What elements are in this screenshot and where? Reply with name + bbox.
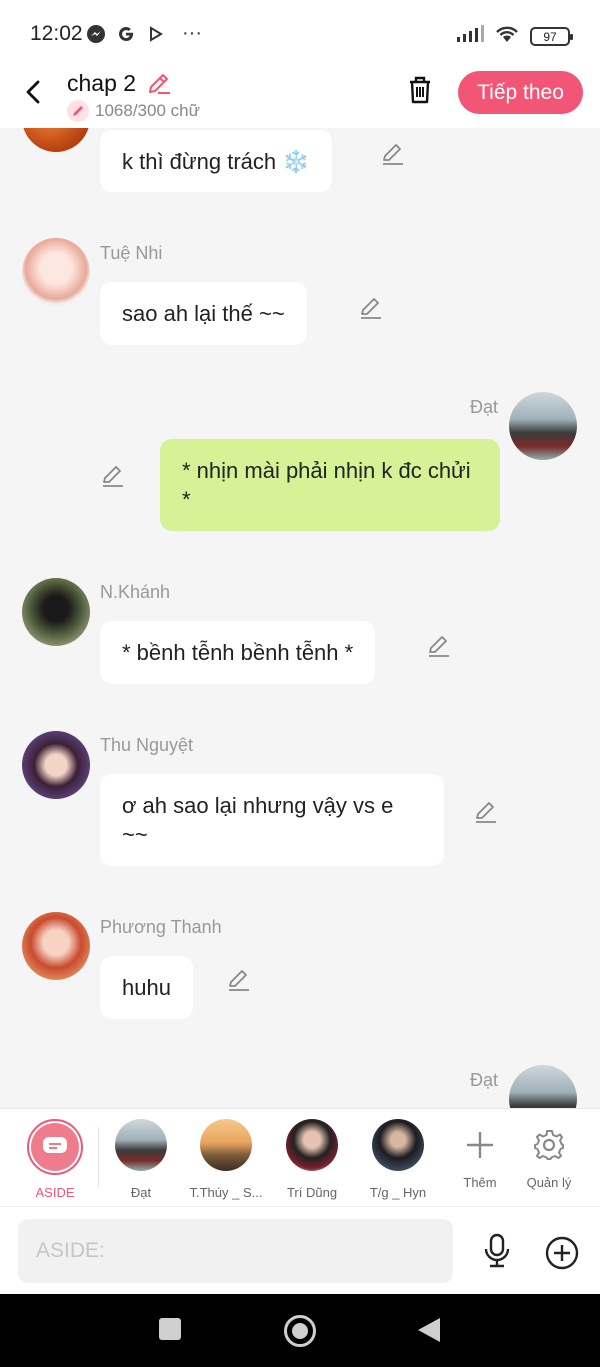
edit-message-icon[interactable] [358, 294, 384, 320]
edit-message-icon[interactable] [100, 462, 126, 488]
pencil-icon [67, 100, 89, 122]
chapter-title[interactable]: chap 2 [67, 70, 136, 97]
character-item[interactable]: Trí Dũng [267, 1119, 357, 1200]
avatar [200, 1119, 252, 1171]
avatar[interactable] [509, 392, 577, 460]
manage-characters-button[interactable]: Quản lý [504, 1119, 594, 1190]
sender-name: Phương Thanh [100, 917, 222, 937]
google-icon [116, 24, 136, 44]
character-label: Đạt [130, 1185, 152, 1200]
status-notification-icons: ··· [86, 22, 202, 45]
word-count-row: 1068/300 chữ [67, 100, 200, 122]
message-text: huhu [122, 975, 171, 1000]
microphone-icon[interactable] [480, 1233, 514, 1269]
sender-name: Thu Nguyệt [100, 735, 194, 755]
avatar[interactable] [22, 128, 90, 152]
edit-message-icon[interactable] [380, 140, 406, 166]
edit-message-icon[interactable] [473, 798, 499, 824]
character-item[interactable]: T.Thúy _ S... [181, 1119, 271, 1200]
avatar [286, 1119, 338, 1171]
avatar[interactable] [22, 238, 90, 306]
messenger-icon [86, 24, 106, 44]
message-bubble[interactable]: * bềnh tễnh bềnh tễnh * [100, 621, 376, 684]
avatar[interactable] [22, 578, 90, 646]
character-label: T.Thúy _ S... [189, 1185, 263, 1200]
chevron-left-icon[interactable] [20, 78, 48, 106]
input-bar [0, 1206, 600, 1294]
sender-name: Đạt [470, 1070, 499, 1090]
character-label: ASIDE [35, 1185, 75, 1200]
wifi-icon [494, 24, 520, 49]
play-icon [146, 24, 166, 44]
sender-name: Đạt [470, 397, 499, 417]
trash-icon[interactable] [404, 74, 436, 106]
sender-name: N.Khánh [100, 582, 171, 602]
edit-message-icon[interactable] [226, 966, 252, 992]
message-text: * nhịn mài phải nhịn k đc chửi * [182, 458, 471, 512]
character-aside[interactable]: ASIDE [10, 1119, 100, 1200]
status-right-icons: 97 [456, 24, 573, 49]
system-nav-bar [0, 1294, 600, 1367]
sender-name: Tuệ Nhi [100, 243, 163, 263]
message-bubble[interactable]: k thì đừng trách ❄️ [100, 130, 332, 192]
character-item[interactable]: T/g _ Hyn [353, 1119, 443, 1200]
message-text: sao ah lại thế ~~ [122, 301, 285, 326]
next-button[interactable]: Tiếp theo [458, 71, 583, 114]
editor-header: chap 2 1068/300 chữ Tiếp theo [0, 64, 600, 128]
battery-icon: 97 [530, 27, 573, 46]
avatar [115, 1119, 167, 1171]
aside-avatar [27, 1119, 83, 1175]
message-icon [43, 1137, 67, 1153]
status-time: 12:02 [30, 22, 83, 45]
avatar[interactable] [509, 1065, 577, 1108]
message-bubble[interactable]: ơ ah sao lại nhưng vậy vs e ~~ [100, 774, 444, 866]
message-bubble[interactable]: huhu [100, 956, 193, 1019]
message-bubble-self[interactable]: * nhịn mài phải nhịn k đc chửi * [160, 439, 500, 531]
message-input[interactable] [18, 1219, 453, 1283]
gear-icon [534, 1130, 564, 1160]
plus-icon [467, 1132, 493, 1158]
edit-title-icon[interactable] [146, 70, 172, 96]
avatar[interactable] [22, 731, 90, 799]
word-count: 1068/300 chữ [95, 101, 200, 120]
character-label: Quản lý [526, 1175, 572, 1190]
add-attachment-icon[interactable] [544, 1235, 580, 1271]
message-input-box[interactable] [18, 1219, 453, 1283]
character-bar: ASIDE Đạt T.Thúy _ S... Trí Dũng T/g _ H… [0, 1108, 600, 1206]
recent-apps-button[interactable] [159, 1318, 181, 1340]
back-button[interactable] [418, 1318, 440, 1342]
status-bar: 12:02 ··· 97 [0, 0, 600, 64]
signal-icon [456, 25, 484, 48]
message-text: k thì đừng trách ❄️ [122, 149, 310, 174]
home-button[interactable] [284, 1315, 316, 1347]
more-status-icon: ··· [182, 22, 202, 44]
character-label: T/g _ Hyn [369, 1185, 427, 1200]
message-text: ơ ah sao lại nhưng vậy vs e ~~ [122, 793, 394, 847]
edit-message-icon[interactable] [426, 632, 452, 658]
avatar [372, 1119, 424, 1171]
character-label: Trí Dũng [286, 1185, 338, 1200]
message-text: * bềnh tễnh bềnh tễnh * [122, 640, 354, 665]
message-bubble[interactable]: sao ah lại thế ~~ [100, 282, 307, 345]
character-item[interactable]: Đạt [96, 1119, 186, 1200]
chat-area[interactable]: k thì đừng trách ❄️ Tuệ Nhi sao ah lại t… [0, 128, 600, 1108]
avatar[interactable] [22, 912, 90, 980]
